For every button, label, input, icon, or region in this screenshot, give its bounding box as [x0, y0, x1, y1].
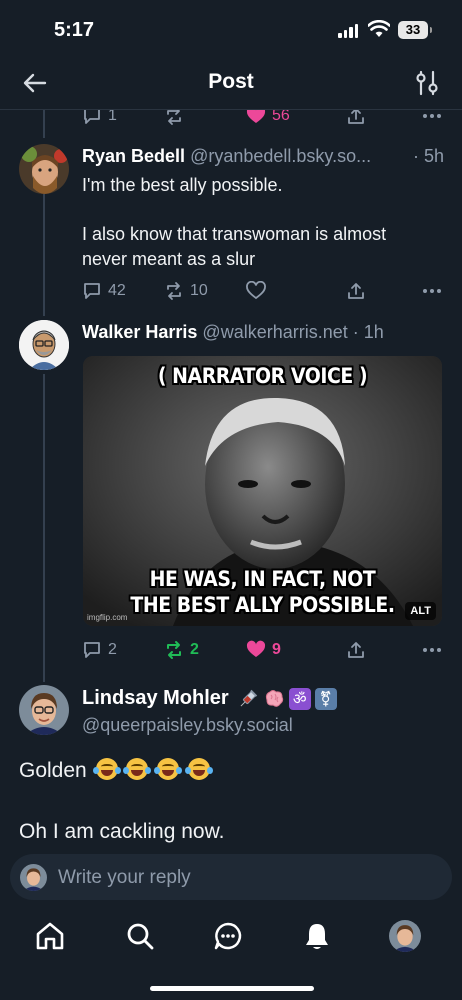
page-title: Post — [208, 70, 254, 93]
avatar-ryan-bedell[interactable] — [19, 144, 69, 194]
repost-action[interactable] — [164, 110, 246, 126]
laughing-tears-emoji-icon — [185, 758, 214, 780]
share-icon — [348, 110, 364, 124]
profile-avatar[interactable] — [389, 920, 421, 952]
author-handle[interactable]: @ryanbedell.bsky.so... — [190, 146, 371, 166]
author-handle[interactable]: @queerpaisley.bsky.social — [82, 715, 293, 736]
author-name[interactable]: Ryan Bedell — [82, 146, 185, 166]
reply-placeholder: Write your reply — [58, 867, 191, 888]
reply-icon — [84, 642, 100, 658]
battery-indicator: 33 — [398, 21, 432, 39]
home-indicator — [150, 986, 314, 991]
avatar-lindsay-mohler[interactable] — [19, 685, 69, 735]
post-time: · 1h — [352, 322, 384, 342]
reply-icon — [84, 283, 100, 299]
meme-bottom-caption: HE WAS, IN FACT, NOT THE BEST ALLY POSSI… — [101, 566, 424, 618]
meme-caption-line: HE WAS, IN FACT, NOT — [149, 567, 376, 591]
transgender-symbol-emoji-icon: ⚧ — [314, 687, 337, 710]
home-icon[interactable] — [34, 920, 66, 952]
alt-text-button[interactable]: ALT — [405, 602, 436, 620]
post-header-ryan: Ryan Bedell @ryanbedell.bsky.so... · 5h — [82, 146, 444, 167]
status-time: 5:17 — [54, 19, 95, 41]
wifi-icon — [368, 20, 390, 37]
post-actions: 42 10 — [82, 279, 442, 303]
repost-count: 2 — [190, 641, 199, 658]
more-options-icon[interactable] — [422, 113, 442, 119]
focused-author-row: Lindsay Mohler ॐ ⚧ — [82, 687, 337, 710]
reply-bar: Write your reply — [0, 852, 462, 909]
thread-settings-icon[interactable] — [414, 69, 440, 97]
avatar-walker-harris[interactable] — [19, 320, 69, 370]
post-text-line: I also know that transwoman is almost — [82, 224, 387, 244]
thread-line — [43, 194, 45, 316]
heart-filled-icon — [246, 110, 266, 123]
reply-action[interactable]: 1 — [82, 110, 164, 126]
post-image[interactable]: ( NARRATOR VOICE ) HE WAS, IN FACT, NOT … — [83, 356, 442, 626]
thread-line — [43, 110, 45, 138]
current-user-avatar — [20, 864, 47, 891]
focused-post-text-line1: Golden — [19, 758, 442, 783]
share-icon — [348, 283, 364, 299]
thread-line — [43, 374, 45, 682]
like-action[interactable]: 56 — [246, 110, 346, 126]
repost-count: 10 — [190, 282, 208, 299]
post-actions: 2 2 9 — [82, 638, 442, 662]
thread-content[interactable]: 1 56 Ryan Bedell @ryanbedell.bsky.so... … — [0, 110, 462, 852]
notifications-icon[interactable] — [301, 920, 333, 952]
reply-action[interactable]: 2 — [82, 640, 164, 660]
reply-count: 42 — [108, 282, 126, 299]
brain-emoji-icon — [265, 689, 283, 707]
repost-icon — [167, 110, 181, 125]
heart-outline-icon — [246, 281, 266, 300]
post-header: Post — [0, 56, 462, 110]
reply-action[interactable]: 42 — [82, 281, 164, 301]
more-options-icon[interactable] — [422, 288, 442, 294]
syringe-emoji-icon — [240, 689, 257, 706]
image-watermark: imgflip.com — [87, 613, 128, 622]
author-handle[interactable]: @walkerharris.net — [202, 322, 347, 342]
bottom-tab-bar — [0, 909, 462, 1000]
post-text: Oh I am cackling now. — [19, 820, 225, 843]
like-action[interactable]: 9 — [246, 640, 346, 660]
meme-caption-line: THE BEST ALLY POSSIBLE. — [130, 593, 395, 617]
like-count: 9 — [272, 641, 281, 658]
like-count: 56 — [272, 110, 290, 124]
laughing-tears-emoji-icon — [123, 758, 152, 780]
share-action[interactable] — [346, 281, 412, 301]
repost-active-icon — [167, 641, 181, 659]
search-icon[interactable] — [124, 920, 156, 952]
post-text-line: never meant as a slur — [82, 249, 256, 269]
author-name[interactable]: Walker Harris — [82, 322, 197, 342]
repost-icon — [167, 282, 181, 300]
post-time: · 5h — [412, 146, 444, 166]
cellular-signal-icon — [338, 24, 358, 38]
reply-count: 1 — [108, 110, 117, 124]
chat-icon[interactable] — [212, 920, 244, 952]
repost-action[interactable]: 10 — [164, 281, 246, 301]
laughing-tears-emoji-icon — [154, 758, 183, 780]
laughing-tears-emoji-icon — [92, 758, 121, 780]
post-header-walker: Walker Harris @walkerharris.net · 1h — [82, 322, 444, 343]
meme-top-caption: ( NARRATOR VOICE ) — [157, 364, 368, 388]
status-bar: 5:17 33 — [0, 0, 462, 56]
previous-post-actions: 1 56 — [82, 110, 442, 128]
more-options-icon[interactable] — [422, 647, 442, 653]
post-text: Golden — [19, 759, 87, 782]
reply-count: 2 — [108, 641, 117, 658]
om-emoji-icon: ॐ — [288, 687, 311, 710]
post-text-line: I'm the best ally possible. — [82, 175, 283, 195]
like-action[interactable] — [246, 281, 346, 301]
share-icon — [348, 642, 364, 658]
share-action[interactable] — [346, 640, 412, 660]
share-action[interactable] — [346, 110, 412, 126]
heart-filled-icon — [246, 640, 266, 657]
reply-icon — [84, 110, 100, 124]
author-name[interactable]: Lindsay Mohler — [82, 687, 229, 710]
reply-input[interactable]: Write your reply — [10, 854, 452, 900]
repost-action[interactable]: 2 — [164, 640, 246, 660]
